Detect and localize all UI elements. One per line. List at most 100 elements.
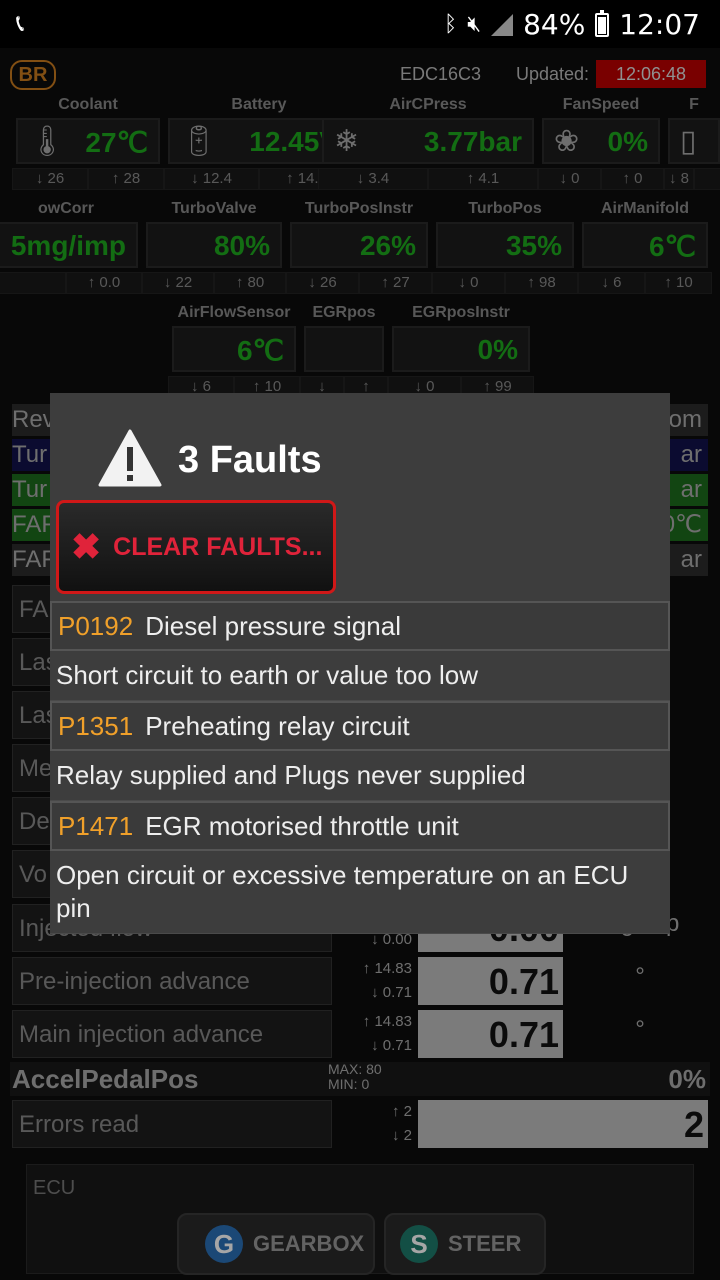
gauge-title: TurboPosInstr: [304, 200, 414, 217]
data-row-minmax: ↑ 14.83 ↓ 0.71: [334, 1010, 416, 1058]
steer-button[interactable]: S STEER: [384, 1213, 546, 1275]
clear-faults-button[interactable]: ✖ CLEAR FAULTS...: [56, 500, 336, 594]
gauge-egrpos[interactable]: EGRpos ↓ ↑: [300, 304, 388, 404]
gauge-airmanifold[interactable]: AirManifold 6℃ ↓ 6 ↑ 10: [578, 200, 712, 300]
gauge-value-box: 35%: [436, 222, 574, 268]
updated-label: Updated:: [516, 64, 590, 84]
gauge-max: ↑ 4.1: [428, 168, 538, 190]
gauge-max: ↑ 10: [645, 272, 712, 294]
gauge-minmax: ↓ 26 ↑ 27: [286, 272, 432, 294]
gauge-title: F: [689, 96, 699, 113]
ecu-name: EDC16C3: [400, 64, 482, 84]
gauge-max: ↑ 0.0: [66, 272, 142, 294]
fault-code: P1351: [58, 711, 134, 741]
steer-icon: S: [400, 1225, 438, 1263]
status-bar: 📞︎ ᛒ 🔇︎ 84% 12:07: [0, 0, 720, 48]
gauge-value-box: ❀ 0%: [542, 118, 660, 164]
gauge-minmax: ↑ 0.0: [0, 272, 142, 294]
gauge-egrposinstr[interactable]: EGRposInstr 0% ↓ 0 ↑ 99: [388, 304, 534, 404]
data-row-min: ↓ 0.71: [371, 1037, 412, 1054]
gauge-min: ↓ 3.4: [318, 168, 428, 190]
close-icon: ✖: [71, 526, 102, 567]
gauge-value: 6℃: [236, 335, 284, 366]
gauge-value-box: ▯: [668, 118, 720, 164]
row-unit: om: [668, 406, 702, 433]
fault-code: P1471: [58, 811, 134, 841]
fan-icon: ❀: [554, 125, 580, 158]
gauge-airflowsensor[interactable]: AirFlowSensor 6℃ ↓ 6 ↑ 10: [168, 304, 300, 404]
gauge-value-box: 0%: [392, 326, 530, 372]
gauge-max: [694, 168, 720, 190]
thermometer-icon: 🌡︎: [28, 125, 67, 158]
gauge-value: 26%: [359, 230, 416, 261]
gauge-minmax: ↓ 22 ↑ 80: [142, 272, 286, 294]
br-badge[interactable]: BR: [10, 60, 56, 90]
gauge-max: ↑ 80: [214, 272, 286, 294]
fault-list: P0192 Diesel pressure signal Short circui…: [50, 601, 670, 934]
accel-value: 0%: [668, 1064, 706, 1094]
gauge-minmax: ↓ 26 ↑ 28: [12, 168, 164, 190]
gauge-value-box: 6℃: [582, 222, 708, 268]
gauge-max: ↑ 0: [601, 168, 664, 190]
row-label: Rev: [12, 406, 55, 433]
gauge-min: ↓ 0: [432, 272, 505, 294]
mute-icon: 🔇︎: [467, 12, 482, 37]
gauge-owcorr[interactable]: owCorr 5mg/imp ↑ 0.0: [0, 200, 142, 300]
accel-max: MAX: 80: [328, 1061, 382, 1077]
updated-time: 12:06:48: [596, 60, 706, 88]
gauge-title: TurboPos: [468, 200, 542, 217]
ecu-panel-label: ECU: [33, 1177, 76, 1199]
battery-icon: 🔋︎: [180, 125, 219, 158]
gauge-turbovalve[interactable]: TurboValve 80% ↓ 22 ↑ 80: [142, 200, 286, 300]
fault-item[interactable]: P0192 Diesel pressure signal: [50, 601, 670, 651]
gauge-title: owCorr: [38, 200, 94, 217]
gearbox-button[interactable]: G GEARBOX: [177, 1213, 375, 1275]
gauge-min: ↓ 12.4: [164, 168, 259, 190]
accel-minmax: MAX: 80 MIN: 0: [328, 1062, 382, 1092]
gauge-value: 6℃: [648, 231, 696, 262]
warning-icon: [98, 429, 162, 487]
signal-icon: [491, 13, 514, 36]
fault-description: Relay supplied and Plugs never supplied: [50, 751, 670, 801]
fault-item[interactable]: P1351 Preheating relay circuit: [50, 701, 670, 751]
accel-min: MIN: 0: [328, 1076, 370, 1092]
gauge-value-box: 6℃: [172, 326, 296, 372]
gauge-f[interactable]: F ▯ ↓ 8: [664, 96, 720, 196]
gauge-minmax: ↓ 3.4 ↑ 4.1: [318, 168, 538, 190]
gauge-minmax: ↓ 0 ↑ 98: [432, 272, 578, 294]
gauge-max: ↑ 28: [88, 168, 164, 190]
gauge-turbopos[interactable]: TurboPos 35% ↓ 0 ↑ 98: [432, 200, 578, 300]
gauge-icon: ▯: [680, 125, 697, 158]
gauge-value: 5mg/imp: [10, 230, 126, 261]
gauge-value: 35%: [505, 230, 562, 261]
snowflake-icon: ❄: [334, 125, 360, 158]
row-unit: ar: [680, 476, 702, 503]
gauge-min: [0, 272, 66, 294]
data-row-value: 0.71: [418, 957, 563, 1005]
data-row-unit: °: [635, 963, 645, 990]
errors-read-minmax: ↑ 2 ↓ 2: [334, 1100, 416, 1148]
fault-name: EGR motorised throttle unit: [145, 811, 459, 841]
gauge-aircpress[interactable]: AirCPress ❄ 3.77bar ↓ 3.4 ↑ 4.1: [318, 96, 538, 196]
clock: 12:07: [619, 8, 700, 41]
battery-icon: [595, 9, 610, 37]
gauge-max: ↑ 27: [359, 272, 432, 294]
errors-read-value: 2: [418, 1100, 708, 1148]
gauge-value-box: 🌡︎ 27℃: [16, 118, 160, 164]
bluetooth-icon: ᛒ: [443, 12, 458, 37]
gauge-fanspeed[interactable]: FanSpeed ❀ 0% ↓ 0 ↑ 0: [538, 96, 664, 196]
gauge-turboposinstr[interactable]: TurboPosInstr 26% ↓ 26 ↑ 27: [286, 200, 432, 300]
gauge-minmax: ↓ 8: [664, 168, 720, 190]
data-row-label: Main injection advance: [12, 1010, 332, 1058]
gauge-value-box: ❄ 3.77bar: [322, 118, 534, 164]
battery-percent: 84%: [523, 8, 586, 41]
gauge-minmax: ↓ 6 ↑ 10: [578, 272, 712, 294]
fault-description: Short circuit to earth or value too low: [50, 651, 670, 701]
fault-item[interactable]: P1471 EGR motorised throttle unit: [50, 801, 670, 851]
gauge-coolant[interactable]: Coolant 🌡︎ 27℃ ↓ 26 ↑ 28: [12, 96, 164, 196]
gauge-value: 80%: [213, 230, 270, 261]
clear-faults-label: CLEAR FAULTS...: [113, 532, 323, 561]
fault-name: Preheating relay circuit: [145, 711, 410, 741]
gearbox-label: GEARBOX: [253, 1231, 365, 1256]
gauge-min: ↓ 8: [664, 168, 694, 190]
